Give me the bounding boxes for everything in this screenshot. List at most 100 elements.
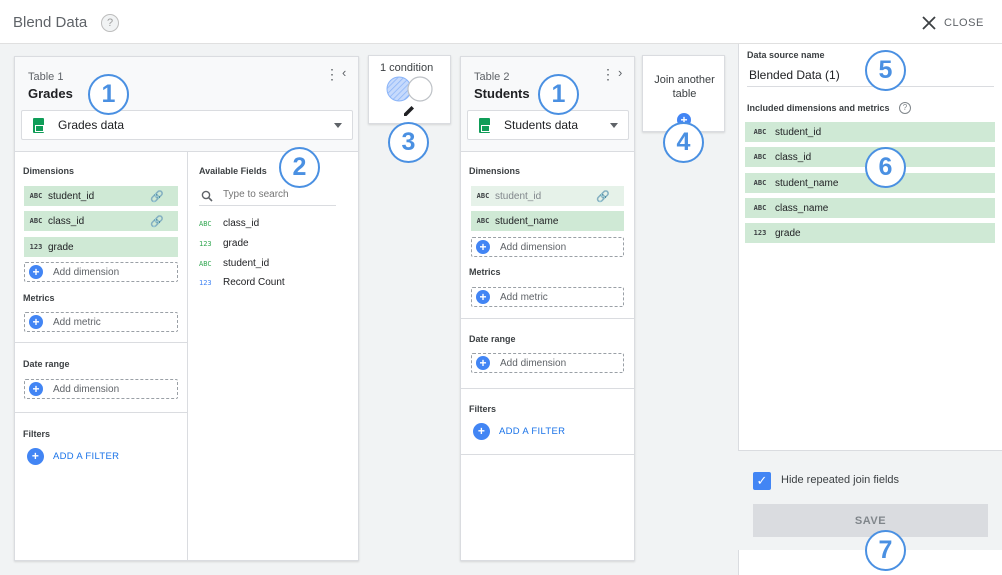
callout-marker: 3 <box>388 122 429 163</box>
search-icon <box>201 190 213 202</box>
table2-add-date-dimension[interactable]: + Add dimension <box>471 353 624 373</box>
text-type-icon: ABC <box>476 192 490 200</box>
table1-more-icon[interactable]: ⋮ <box>325 67 339 81</box>
plus-icon: + <box>473 423 490 440</box>
callout-marker: 6 <box>865 147 906 188</box>
table1-header: Table 1 Grades ⋮ ‹ Grades data <box>15 57 358 152</box>
plus-icon: + <box>476 356 490 370</box>
join-condition-card[interactable]: 1 condition <box>368 55 451 124</box>
number-type-icon: 123 <box>199 239 212 248</box>
add-metric-label: Add metric <box>53 316 101 328</box>
table2-panel: Table 2 Students ⋮ › Students data <box>460 56 635 561</box>
section-divider <box>15 412 187 413</box>
table1-dimension-chip[interactable]: ABC class_id 🔗 <box>24 211 178 231</box>
collapse-chevron-icon[interactable]: ‹ <box>342 65 346 80</box>
dropdown-caret-icon <box>610 123 618 128</box>
sheets-icon <box>33 117 44 133</box>
text-type-icon: ABC <box>753 153 767 161</box>
table1-filters-label: Filters <box>23 429 51 439</box>
included-fields-label: Included dimensions and metrics <box>747 103 890 113</box>
text-type-icon: ABC <box>476 217 490 225</box>
callout-marker: 1 <box>88 74 129 115</box>
close-label: CLOSE <box>944 17 984 29</box>
table1-dimension-chip[interactable]: 123 grade <box>24 237 178 257</box>
join-condition-label: 1 condition <box>380 62 434 74</box>
expand-chevron-icon[interactable]: › <box>618 65 622 80</box>
available-field-item[interactable]: ABC student_id <box>199 258 269 269</box>
table1-source-select[interactable]: Grades data <box>21 110 353 140</box>
field-search-input[interactable] <box>223 189 333 200</box>
available-field-item[interactable]: 123 grade <box>199 238 249 249</box>
add-dimension-label: Add dimension <box>53 266 120 278</box>
close-button[interactable]: CLOSE <box>922 14 984 32</box>
callout-marker: 4 <box>663 122 704 163</box>
plus-icon: + <box>29 382 43 396</box>
available-field-item[interactable]: ABC class_id <box>199 218 259 229</box>
plus-icon: + <box>476 290 490 304</box>
table2-dimension-chip[interactable]: ABC student_id 🔗 <box>471 186 624 206</box>
data-source-name-label: Data source name <box>747 50 825 60</box>
table1-date-range-label: Date range <box>23 359 70 369</box>
text-type-icon: ABC <box>753 204 767 212</box>
hide-repeated-checkbox[interactable]: ✓ <box>753 472 771 490</box>
link-icon: 🔗 <box>150 216 164 228</box>
help-icon[interactable]: ? <box>899 102 911 114</box>
text-type-icon: ABC <box>29 192 43 200</box>
text-type-icon: ABC <box>29 217 43 225</box>
chip-label: grade <box>775 227 801 239</box>
help-icon[interactable]: ? <box>101 14 119 32</box>
add-dimension-label: Add dimension <box>500 241 567 253</box>
table2-source-select[interactable]: Students data <box>467 110 629 140</box>
chip-label: class_id <box>48 215 85 227</box>
column-divider <box>187 152 188 560</box>
included-field-chip[interactable]: ABC class_name <box>745 198 995 218</box>
field-search[interactable] <box>199 186 336 206</box>
add-dimension-label: Add dimension <box>500 357 567 369</box>
add-dimension-label: Add dimension <box>53 383 120 395</box>
chip-label: class_name <box>775 202 829 214</box>
join-venn-icon <box>386 76 433 102</box>
table2-label: Table 2 <box>474 71 510 83</box>
available-field-item[interactable]: 123 Record Count <box>199 277 285 288</box>
table1-dimension-chip[interactable]: ABC student_id 🔗 <box>24 186 178 206</box>
field-label: class_id <box>223 218 260 229</box>
included-field-chip[interactable]: 123 grade <box>745 223 995 243</box>
chip-label: student_id <box>775 126 822 138</box>
join-another-table-card[interactable]: Join another table + <box>642 55 725 132</box>
table2-name[interactable]: Students <box>474 86 530 101</box>
dropdown-caret-icon <box>334 123 342 128</box>
text-type-icon: ABC <box>199 219 212 228</box>
table2-more-icon[interactable]: ⋮ <box>601 67 615 81</box>
table2-source-name: Students data <box>504 118 579 132</box>
edit-pencil-icon[interactable] <box>402 104 416 118</box>
field-label: student_id <box>223 258 270 269</box>
table1-add-metric[interactable]: + Add metric <box>24 312 178 332</box>
table1-add-date-dimension[interactable]: + Add dimension <box>24 379 178 399</box>
chip-label: student_name <box>495 215 559 227</box>
callout-marker: 7 <box>865 530 906 571</box>
table1-label: Table 1 <box>28 71 64 83</box>
callout-marker: 1 <box>538 74 579 115</box>
plus-icon: + <box>27 448 44 465</box>
section-divider <box>461 318 634 319</box>
section-divider <box>461 454 634 455</box>
table1-dimensions-label: Dimensions <box>23 166 75 176</box>
text-type-icon: ABC <box>753 179 767 187</box>
table2-metrics-label: Metrics <box>469 267 501 277</box>
table2-add-dimension[interactable]: + Add dimension <box>471 237 624 257</box>
table1-add-dimension[interactable]: + Add dimension <box>24 262 178 282</box>
table2-dimension-chip[interactable]: ABC student_name <box>471 211 624 231</box>
table1-add-filter-button[interactable]: + ADD A FILTER <box>27 448 119 465</box>
table1-name[interactable]: Grades <box>28 86 73 101</box>
chip-label: grade <box>48 241 74 253</box>
table2-filters-label: Filters <box>469 404 497 414</box>
table2-add-metric[interactable]: + Add metric <box>471 287 624 307</box>
included-field-chip[interactable]: ABC student_id <box>745 122 995 142</box>
link-icon: 🔗 <box>596 191 610 203</box>
table2-add-filter-button[interactable]: + ADD A FILTER <box>473 423 565 440</box>
number-type-icon: 123 <box>199 278 212 287</box>
save-button[interactable]: SAVE <box>753 504 988 537</box>
chip-label: student_id <box>495 190 542 202</box>
close-icon <box>922 16 936 30</box>
table2-dimensions-label: Dimensions <box>469 166 521 176</box>
